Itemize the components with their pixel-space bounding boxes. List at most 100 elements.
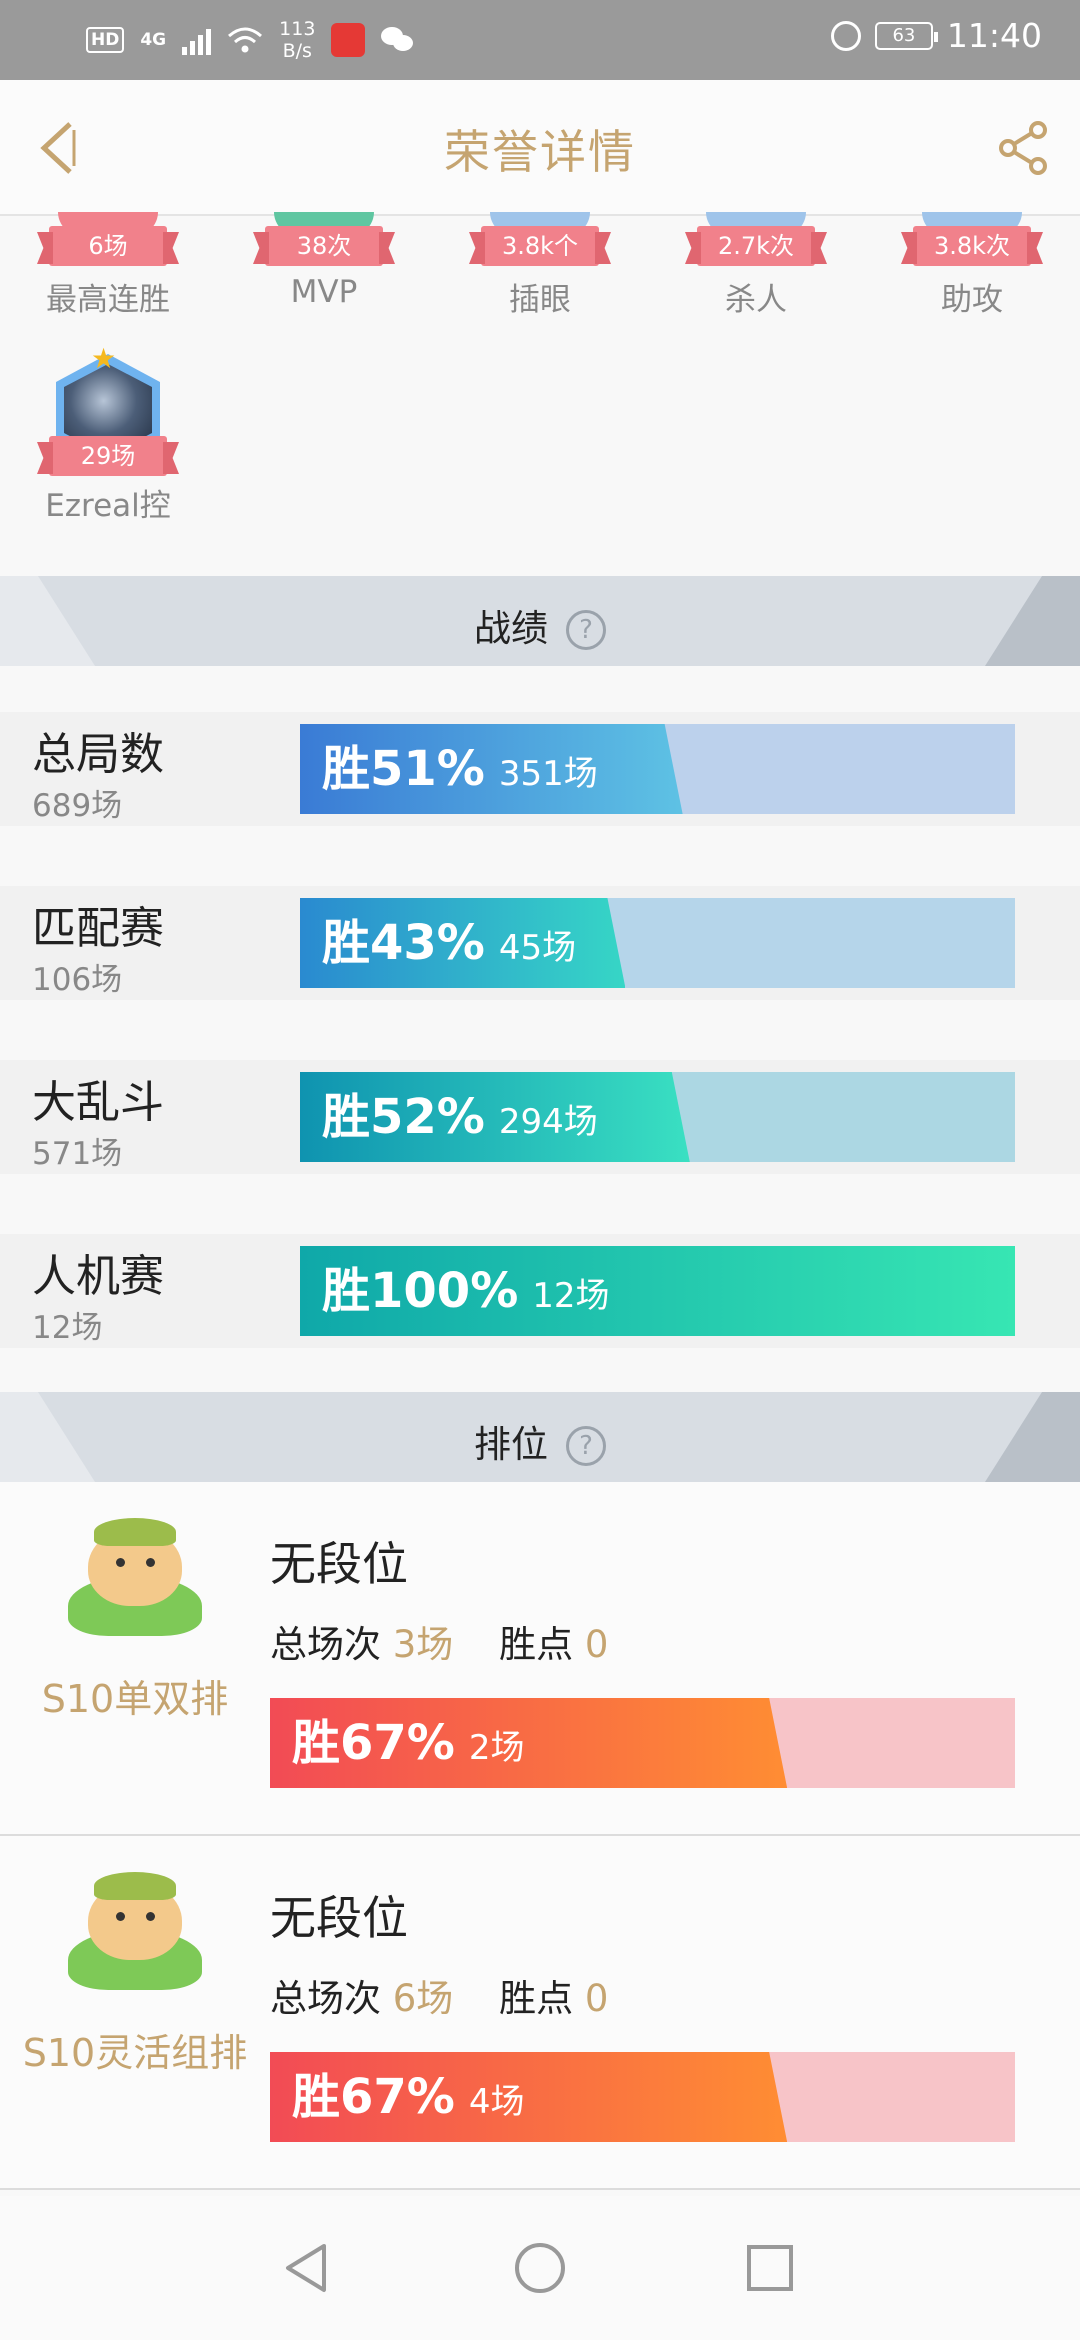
network-speed-unit: B/s	[282, 40, 312, 62]
wifi-icon	[228, 27, 263, 53]
ranked-section-title: 排位?	[0, 1414, 1080, 1468]
network-type: 4G	[140, 30, 167, 50]
system-nav-bar	[0, 2196, 1080, 2340]
win-games: 4场	[468, 2082, 525, 2122]
network-speed: 113 B/s	[279, 18, 315, 62]
record-row[interactable]: 人机赛 12场 胜100% 12场	[0, 1234, 1080, 1348]
win-points-label: 胜点	[499, 1977, 574, 2020]
total-games-label: 总场次	[270, 1977, 381, 2020]
honor-label: 最高连胜	[46, 282, 170, 318]
star-icon: ★	[91, 342, 117, 375]
win-games: 45场	[498, 928, 577, 968]
recents-square-icon[interactable]	[742, 2240, 798, 2296]
rank-info: 总场次 3场 胜点 0	[270, 1614, 608, 1668]
rank-tier: 无段位	[270, 1537, 408, 1591]
honor-item: 38次 MVP	[216, 212, 432, 310]
app-header: 荣誉详情	[0, 80, 1080, 216]
record-name: 总局数	[32, 729, 164, 780]
rank-info: 总场次 6场 胜点 0	[270, 1968, 608, 2022]
win-percent: 胜43%	[322, 915, 485, 971]
hero-honor-label: Ezreal控	[45, 488, 171, 524]
queue-name: S10灵活组排	[22, 2031, 248, 2075]
rank-tier: 无段位	[270, 1891, 408, 1945]
signal-icon	[182, 25, 212, 55]
total-games: 6场	[392, 1977, 454, 2020]
status-left-icons: HD 4G 113 B/s	[86, 18, 415, 62]
win-rate-bar: 胜51% 351场	[300, 724, 1015, 814]
win-games: 12场	[532, 1276, 610, 1316]
records-section-title: 战绩?	[0, 598, 1080, 652]
win-percent: 胜52%	[322, 1089, 485, 1145]
record-name: 大乱斗	[32, 1077, 164, 1128]
honor-count: 3.8k个	[481, 226, 599, 266]
win-rate-text: 胜100% 12场	[322, 1246, 610, 1336]
honor-item: 6场 最高连胜	[0, 212, 216, 319]
win-rate-text: 胜52% 294场	[322, 1072, 598, 1162]
ranked-queue-card[interactable]: S10灵活组排 无段位 总场次 6场 胜点 0 胜67% 4场	[0, 1836, 1080, 2190]
honor-item: 3.8k个 插眼	[432, 212, 648, 319]
record-name: 人机赛	[32, 1251, 164, 1302]
records-title-text: 战绩	[474, 607, 548, 650]
hero-honor-count: 29场	[49, 436, 167, 476]
hd-badge: HD	[86, 27, 125, 53]
record-row[interactable]: 匹配赛 106场 胜43% 45场	[0, 886, 1080, 1000]
honor-count: 3.8k次	[913, 226, 1031, 266]
honor-item: 2.7k次 杀人	[648, 212, 864, 319]
honor-stats: 6场 最高连胜 38次 MVP 3.8k个 插眼 2.7k次 杀人 3.8k次 …	[0, 212, 1080, 574]
queue-name: S10单双排	[41, 1677, 229, 1721]
home-circle-icon[interactable]	[512, 2240, 568, 2296]
win-percent: 胜51%	[322, 741, 485, 797]
win-percent: 胜67%	[292, 1715, 455, 1771]
records-section-header: 战绩?	[0, 576, 1080, 666]
win-points: 0	[584, 1977, 609, 2020]
ranked-win-text: 胜67% 2场	[292, 1698, 525, 1788]
record-row[interactable]: 总局数 689场 胜51% 351场	[0, 712, 1080, 826]
app-notification-icon	[331, 23, 366, 57]
share-icon[interactable]	[994, 118, 1054, 178]
record-total: 689场	[32, 788, 123, 824]
honor-label: 插眼	[509, 282, 571, 318]
honor-label: 杀人	[725, 282, 787, 318]
ranked-win-bar: 胜67% 2场	[270, 1698, 1015, 1788]
total-games: 3场	[392, 1623, 454, 1666]
win-games: 2场	[468, 1728, 525, 1768]
ranked-queue-card[interactable]: S10单双排 无段位 总场次 3场 胜点 0 胜67% 2场	[0, 1482, 1080, 1836]
win-points: 0	[584, 1623, 609, 1666]
win-games: 351场	[498, 754, 598, 794]
status-right-icons: 63 11:40	[830, 16, 1042, 55]
win-percent: 胜67%	[292, 2069, 455, 2125]
status-bar: HD 4G 113 B/s 63 11:40	[0, 0, 1080, 80]
record-row[interactable]: 大乱斗 571场 胜52% 294场	[0, 1060, 1080, 1174]
total-games-label: 总场次	[270, 1623, 381, 1666]
ranked-section-header: 排位?	[0, 1392, 1080, 1482]
win-rate-text: 胜51% 351场	[322, 724, 598, 814]
honor-count: 38次	[265, 226, 383, 266]
record-total: 571场	[32, 1136, 123, 1172]
page-title: 荣誉详情	[444, 125, 636, 179]
help-icon[interactable]: ?	[566, 610, 606, 650]
teemo-rank-icon	[60, 1506, 210, 1636]
honor-count: 2.7k次	[697, 226, 815, 266]
hero-honor-item[interactable]: 29场 Ezreal控	[0, 354, 216, 525]
record-name: 匹配赛	[32, 903, 164, 954]
teemo-rank-icon	[60, 1860, 210, 1990]
win-rate-bar: 胜43% 45场	[300, 898, 1015, 988]
win-rate-text: 胜43% 45场	[322, 898, 576, 988]
win-rate-bar: 胜52% 294场	[300, 1072, 1015, 1162]
back-triangle-icon[interactable]	[280, 2240, 336, 2296]
alarm-icon	[830, 20, 861, 51]
wechat-icon	[381, 25, 415, 55]
record-total: 12场	[32, 1310, 103, 1346]
win-points-label: 胜点	[499, 1623, 574, 1666]
record-total: 106场	[32, 962, 123, 998]
ranked-win-bar: 胜67% 4场	[270, 2052, 1015, 2142]
battery-icon: 63	[874, 21, 938, 50]
win-rate-bar: 胜100% 12场	[300, 1246, 1015, 1336]
honor-label: 助攻	[941, 282, 1003, 318]
clock: 11:40	[946, 16, 1042, 55]
win-percent: 胜100%	[322, 1263, 519, 1319]
honor-count: 6场	[49, 226, 167, 266]
win-games: 294场	[498, 1102, 598, 1142]
help-icon[interactable]: ?	[566, 1426, 606, 1466]
network-speed-value: 113	[279, 18, 316, 40]
